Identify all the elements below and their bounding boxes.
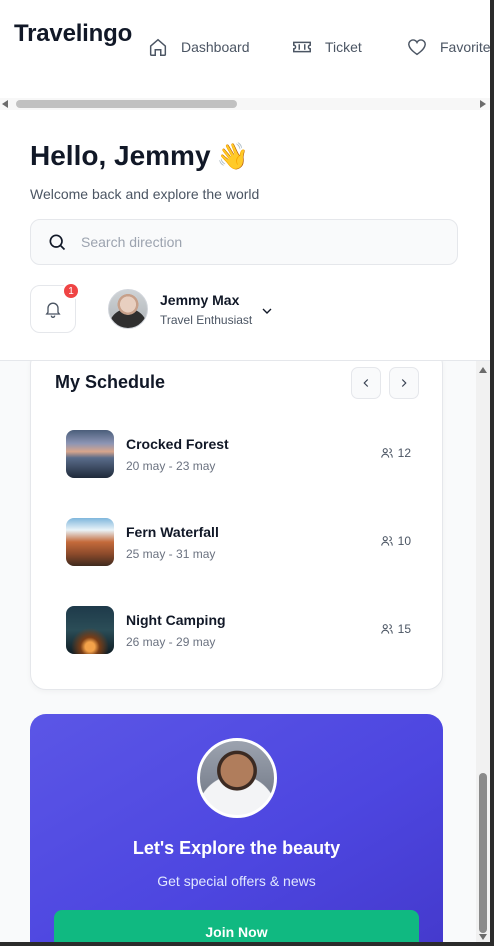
promo-title: Let's Explore the beauty — [132, 838, 341, 858]
list-item[interactable]: Crocked Forest 20 may - 23 may 12 — [66, 430, 411, 478]
ticket-icon — [293, 41, 311, 53]
participant-count: 12 — [380, 446, 411, 460]
participant-count: 15 — [380, 622, 411, 636]
promo-subtitle: Get special offers & news — [157, 873, 316, 889]
users-icon — [380, 448, 393, 458]
scroll-up-arrow-icon[interactable] — [479, 367, 487, 373]
bell-icon — [45, 302, 61, 318]
window-border — [490, 0, 494, 946]
promo-card: Let's Explore the beauty Get special off… — [30, 714, 443, 946]
horizontal-scrollbar[interactable] — [0, 98, 490, 110]
notification-badge: 1 — [62, 282, 80, 300]
horizontal-scroll-thumb[interactable] — [16, 100, 237, 108]
schedule-next-button[interactable] — [389, 367, 419, 399]
chevron-right-icon — [401, 379, 407, 387]
search-input[interactable] — [81, 234, 421, 250]
scroll-left-arrow-icon[interactable] — [2, 100, 8, 108]
user-profile[interactable]: Jemmy Max Travel Enthusiast — [108, 289, 252, 329]
greeting-subtitle: Welcome back and explore the world — [30, 186, 260, 202]
user-role: Travel Enthusiast — [160, 312, 253, 327]
nav-label-favorite: Favorite — [440, 39, 490, 55]
vertical-scroll-thumb[interactable] — [479, 773, 487, 933]
list-item[interactable]: Night Camping 26 may - 29 may 15 — [66, 606, 411, 654]
nav-label-dashboard: Dashboard — [181, 39, 250, 55]
top-navigation: Travelingo Dashboard Ticket Favorite — [0, 0, 490, 98]
users-icon — [380, 624, 393, 634]
participant-count-value: 12 — [397, 446, 411, 460]
search-box[interactable] — [30, 219, 458, 265]
users-icon — [380, 536, 393, 546]
schedule-card: My Schedule Crocked Forest 20 may - 23 m… — [30, 361, 443, 690]
header-panel: Hello, Jemmy 👋 Welcome back and explore t… — [0, 110, 490, 361]
app-logo[interactable]: Travelingo — [14, 20, 132, 48]
app-window: Travelingo Dashboard Ticket Favorite Hel… — [0, 0, 494, 946]
greeting-text: Hello, Jemmy — [30, 140, 211, 171]
user-text: Jemmy Max Travel Enthusiast — [160, 292, 252, 327]
home-icon — [149, 38, 167, 56]
scroll-down-arrow-icon[interactable] — [479, 934, 487, 940]
item-title: Crocked Forest — [126, 436, 229, 452]
nav-item-favorite[interactable]: Favorite — [406, 36, 490, 58]
avatar[interactable] — [108, 289, 148, 329]
item-dates: 20 may - 23 may — [126, 459, 216, 473]
user-name: Jemmy Max — [160, 291, 240, 308]
nav-item-ticket[interactable]: Ticket — [291, 36, 362, 58]
greeting-heading: Hello, Jemmy 👋 — [30, 140, 249, 172]
wave-emoji: 👋 — [216, 141, 249, 171]
heart-icon — [408, 39, 426, 56]
scroll-right-arrow-icon[interactable] — [480, 100, 486, 108]
list-item[interactable]: Fern Waterfall 25 may - 31 may 10 — [66, 518, 411, 566]
item-dates: 26 may - 29 may — [126, 635, 216, 649]
participant-count: 10 — [380, 534, 411, 548]
participant-count-value: 15 — [397, 622, 411, 636]
chevron-left-icon — [363, 379, 369, 387]
nav-label-ticket: Ticket — [325, 39, 362, 55]
join-now-button[interactable]: Join Now — [54, 910, 419, 946]
participant-count-value: 10 — [397, 534, 411, 548]
search-icon — [49, 234, 66, 251]
nav-item-dashboard[interactable]: Dashboard — [147, 36, 250, 58]
schedule-prev-button[interactable] — [351, 367, 381, 399]
night-camping-image — [66, 606, 114, 654]
vertical-scrollbar[interactable] — [476, 361, 490, 946]
scroll-content[interactable]: My Schedule Crocked Forest 20 may - 23 m… — [0, 361, 476, 946]
promo-avatar — [197, 738, 277, 818]
schedule-title: My Schedule — [55, 372, 166, 392]
chevron-down-icon[interactable] — [259, 303, 275, 319]
window-bottom-border — [0, 942, 494, 946]
item-dates: 25 may - 31 may — [126, 547, 216, 561]
crocked-forest-image — [66, 430, 114, 478]
item-title: Fern Waterfall — [126, 524, 219, 540]
item-title: Night Camping — [126, 612, 226, 628]
fern-waterfall-image — [66, 518, 114, 566]
